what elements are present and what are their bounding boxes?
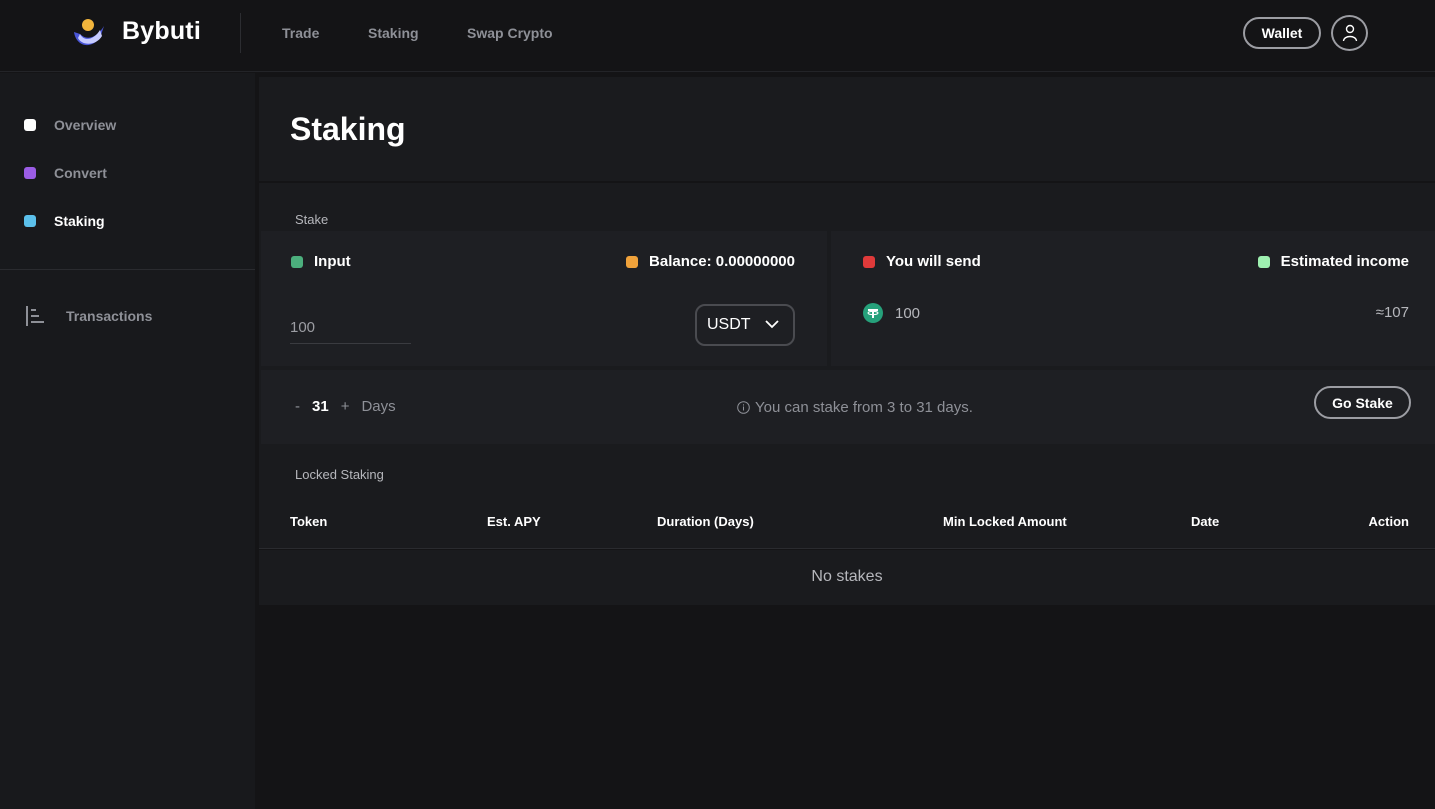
user-icon xyxy=(1342,24,1357,42)
col-token: Token xyxy=(290,514,328,529)
sidebar-item-convert[interactable]: Convert xyxy=(24,165,107,181)
locked-staking-label: Locked Staking xyxy=(295,467,384,482)
list-chart-icon xyxy=(26,306,44,326)
sidebar-item-label: Convert xyxy=(54,165,107,181)
income-dot-icon xyxy=(1257,255,1270,268)
input-label: Input xyxy=(314,253,351,270)
stake-section-label: Stake xyxy=(295,212,329,227)
balance-dot-icon xyxy=(626,255,639,268)
sidebar-item-transactions[interactable]: Transactions xyxy=(26,306,152,326)
locked-table-body: No stakes xyxy=(259,550,1435,605)
top-header: Bybuti Trade Staking Swap Crypto Wallet xyxy=(0,0,1435,72)
sidebar-divider xyxy=(0,269,255,270)
col-date: Date xyxy=(1191,514,1220,529)
overview-dot-icon xyxy=(24,119,36,131)
header-divider xyxy=(240,13,241,53)
input-label-row: Input xyxy=(291,253,351,270)
nav-swap-crypto[interactable]: Swap Crypto xyxy=(467,25,553,41)
send-label-row: You will send xyxy=(863,253,981,270)
income-label-row: Estimated income xyxy=(1257,253,1409,270)
nav-staking[interactable]: Staking xyxy=(368,25,419,41)
input-card: Input Balance: 0.00000000 USDT xyxy=(261,231,827,366)
title-panel: Staking xyxy=(259,77,1435,181)
main-content: Staking Stake Input Balance: 0.00000000 … xyxy=(259,77,1435,809)
amount-input[interactable] xyxy=(290,311,411,344)
chevron-down-icon xyxy=(765,320,779,329)
days-decrement-button[interactable]: - xyxy=(295,398,300,415)
sidebar-item-overview[interactable]: Overview xyxy=(24,117,116,133)
days-stepper: - 31 + Days xyxy=(295,398,396,415)
empty-state: No stakes xyxy=(811,568,883,585)
page-title: Staking xyxy=(290,111,406,147)
days-increment-button[interactable]: + xyxy=(341,398,350,415)
days-unit: Days xyxy=(361,398,396,415)
profile-button[interactable] xyxy=(1331,15,1368,51)
staking-dot-icon xyxy=(24,215,36,227)
col-est-apy: Est. APY xyxy=(487,514,541,529)
send-label: You will send xyxy=(886,253,981,270)
convert-dot-icon xyxy=(24,167,36,179)
sidebar-item-label: Staking xyxy=(54,213,105,229)
duration-card: - 31 + Days You can stake from 3 to 31 d… xyxy=(261,370,1435,444)
send-amount: 100 xyxy=(895,304,921,322)
sidebar-item-label: Transactions xyxy=(66,308,153,324)
send-amount-row: 100 xyxy=(863,303,920,323)
send-dot-icon xyxy=(863,255,875,268)
stake-section: Stake Input Balance: 0.00000000 USDT Yo xyxy=(259,183,1435,521)
col-duration: Duration (Days) xyxy=(657,514,754,529)
brand-name[interactable]: Bybuti xyxy=(122,17,201,46)
duration-hint: You can stake from 3 to 31 days. xyxy=(737,399,973,416)
sidebar-item-staking[interactable]: Staking xyxy=(24,213,105,229)
tether-token-icon xyxy=(863,303,883,323)
sidebar-item-label: Overview xyxy=(54,117,117,133)
bybuti-logo-icon[interactable] xyxy=(72,16,106,50)
balance-label: Balance: 0.00000000 xyxy=(649,253,795,270)
go-stake-button[interactable]: Go Stake xyxy=(1314,386,1411,419)
locked-table-header: Token Est. APY Duration (Days) Min Locke… xyxy=(259,493,1435,549)
days-value[interactable]: 31 xyxy=(312,398,329,415)
wallet-button[interactable]: Wallet xyxy=(1243,17,1321,49)
duration-hint-text: You can stake from 3 to 31 days. xyxy=(755,399,973,416)
info-icon xyxy=(737,401,750,414)
input-dot-icon xyxy=(291,255,303,268)
balance-label-row: Balance: 0.00000000 xyxy=(626,253,795,270)
token-select-value: USDT xyxy=(707,316,751,333)
token-select[interactable]: USDT xyxy=(695,304,795,346)
col-min-locked: Min Locked Amount xyxy=(943,514,1067,529)
estimated-income-value: ≈107 xyxy=(1375,304,1409,321)
income-label: Estimated income xyxy=(1280,253,1409,270)
col-action: Action xyxy=(1368,514,1409,529)
sidebar: Overview Convert Staking Transactions xyxy=(0,73,255,809)
nav-trade[interactable]: Trade xyxy=(282,25,319,41)
send-card: You will send Estimated income 100 ≈107 xyxy=(831,231,1435,366)
